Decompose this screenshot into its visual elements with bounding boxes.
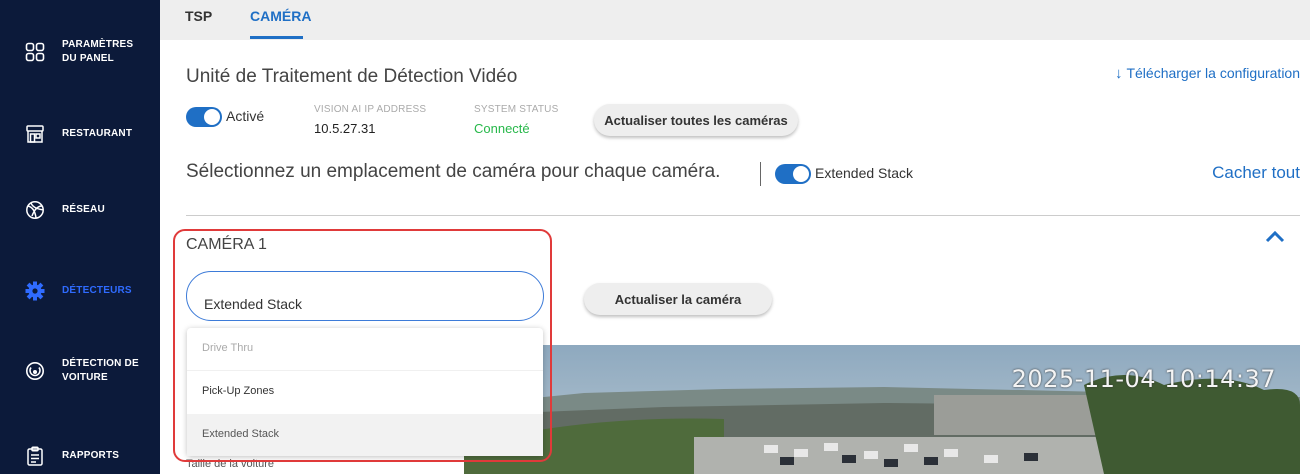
- sidebar-item-car-detection[interactable]: DÉTECTION DE VOITURE: [0, 341, 160, 401]
- clipboard-icon: [24, 445, 46, 467]
- page-title: Unité de Traitement de Détection Vidéo: [186, 66, 518, 87]
- divider: [186, 215, 1300, 216]
- toggle-knob: [793, 166, 809, 182]
- annotation-highlight: [173, 229, 552, 462]
- extended-stack-toggle[interactable]: [775, 164, 811, 184]
- sidebar-item-restaurant[interactable]: RESTAURANT: [0, 104, 160, 164]
- download-config-link[interactable]: ↓ Télécharger la configuration: [1115, 65, 1300, 82]
- sidebar: PARAMÈTRES DU PANEL RESTAURANT RÉSEAU DÉ…: [0, 0, 160, 474]
- target-icon: [24, 360, 46, 382]
- download-config-label: Télécharger la configuration: [1126, 65, 1300, 81]
- active-tab-indicator: [250, 36, 303, 39]
- sidebar-item-label: RESTAURANT: [62, 128, 133, 139]
- system-status-value: Connecté: [474, 121, 530, 136]
- enabled-label: Activé: [226, 108, 265, 124]
- hide-all-link[interactable]: Cacher tout: [1212, 163, 1300, 183]
- enabled-toggle[interactable]: [186, 107, 222, 127]
- ip-address-value: 10.5.27.31: [314, 121, 376, 136]
- grid-icon: [24, 41, 46, 63]
- sidebar-item-label: DÉTECTEURS: [62, 285, 132, 296]
- toggle-knob: [204, 109, 220, 125]
- tab-camera[interactable]: CAMÉRA: [250, 8, 311, 24]
- tab-tsp[interactable]: TSP: [185, 8, 212, 24]
- extended-stack-label: Extended Stack: [815, 165, 914, 181]
- refresh-camera-button[interactable]: Actualiser la caméra: [584, 283, 772, 315]
- camera-location-prompt: Sélectionnez un emplacement de caméra po…: [186, 161, 721, 182]
- sidebar-item-panel-settings[interactable]: PARAMÈTRES DU PANEL: [0, 22, 160, 82]
- camera-timestamp: 2025-11-04 10:14:37: [1011, 365, 1276, 393]
- separator: [760, 162, 761, 186]
- download-arrow-icon: ↓: [1114, 65, 1123, 82]
- sidebar-item-detectors[interactable]: DÉTECTEURS: [0, 261, 160, 321]
- sidebar-item-label: DÉTECTION DE VOITURE: [62, 358, 139, 383]
- system-status-label: SYSTEM STATUS: [474, 104, 559, 115]
- camera-preview-image: 2025-11-04 10:14:37: [464, 345, 1300, 474]
- sidebar-item-label: RÉSEAU: [62, 204, 105, 215]
- tab-bar: TSP CAMÉRA: [160, 0, 1310, 40]
- sidebar-item-reports[interactable]: RAPPORTS: [0, 426, 160, 474]
- ip-address-label: VISION AI IP ADDRESS: [314, 104, 427, 115]
- globe-icon: [24, 199, 46, 221]
- sidebar-item-network[interactable]: RÉSEAU: [0, 180, 160, 240]
- gear-icon: [24, 280, 46, 302]
- sidebar-item-label: PARAMÈTRES DU PANEL: [62, 39, 134, 64]
- sidebar-item-label: RAPPORTS: [62, 450, 120, 461]
- chevron-up-icon[interactable]: [1264, 226, 1286, 248]
- store-icon: [24, 123, 46, 145]
- refresh-all-cameras-button[interactable]: Actualiser toutes les caméras: [594, 104, 798, 136]
